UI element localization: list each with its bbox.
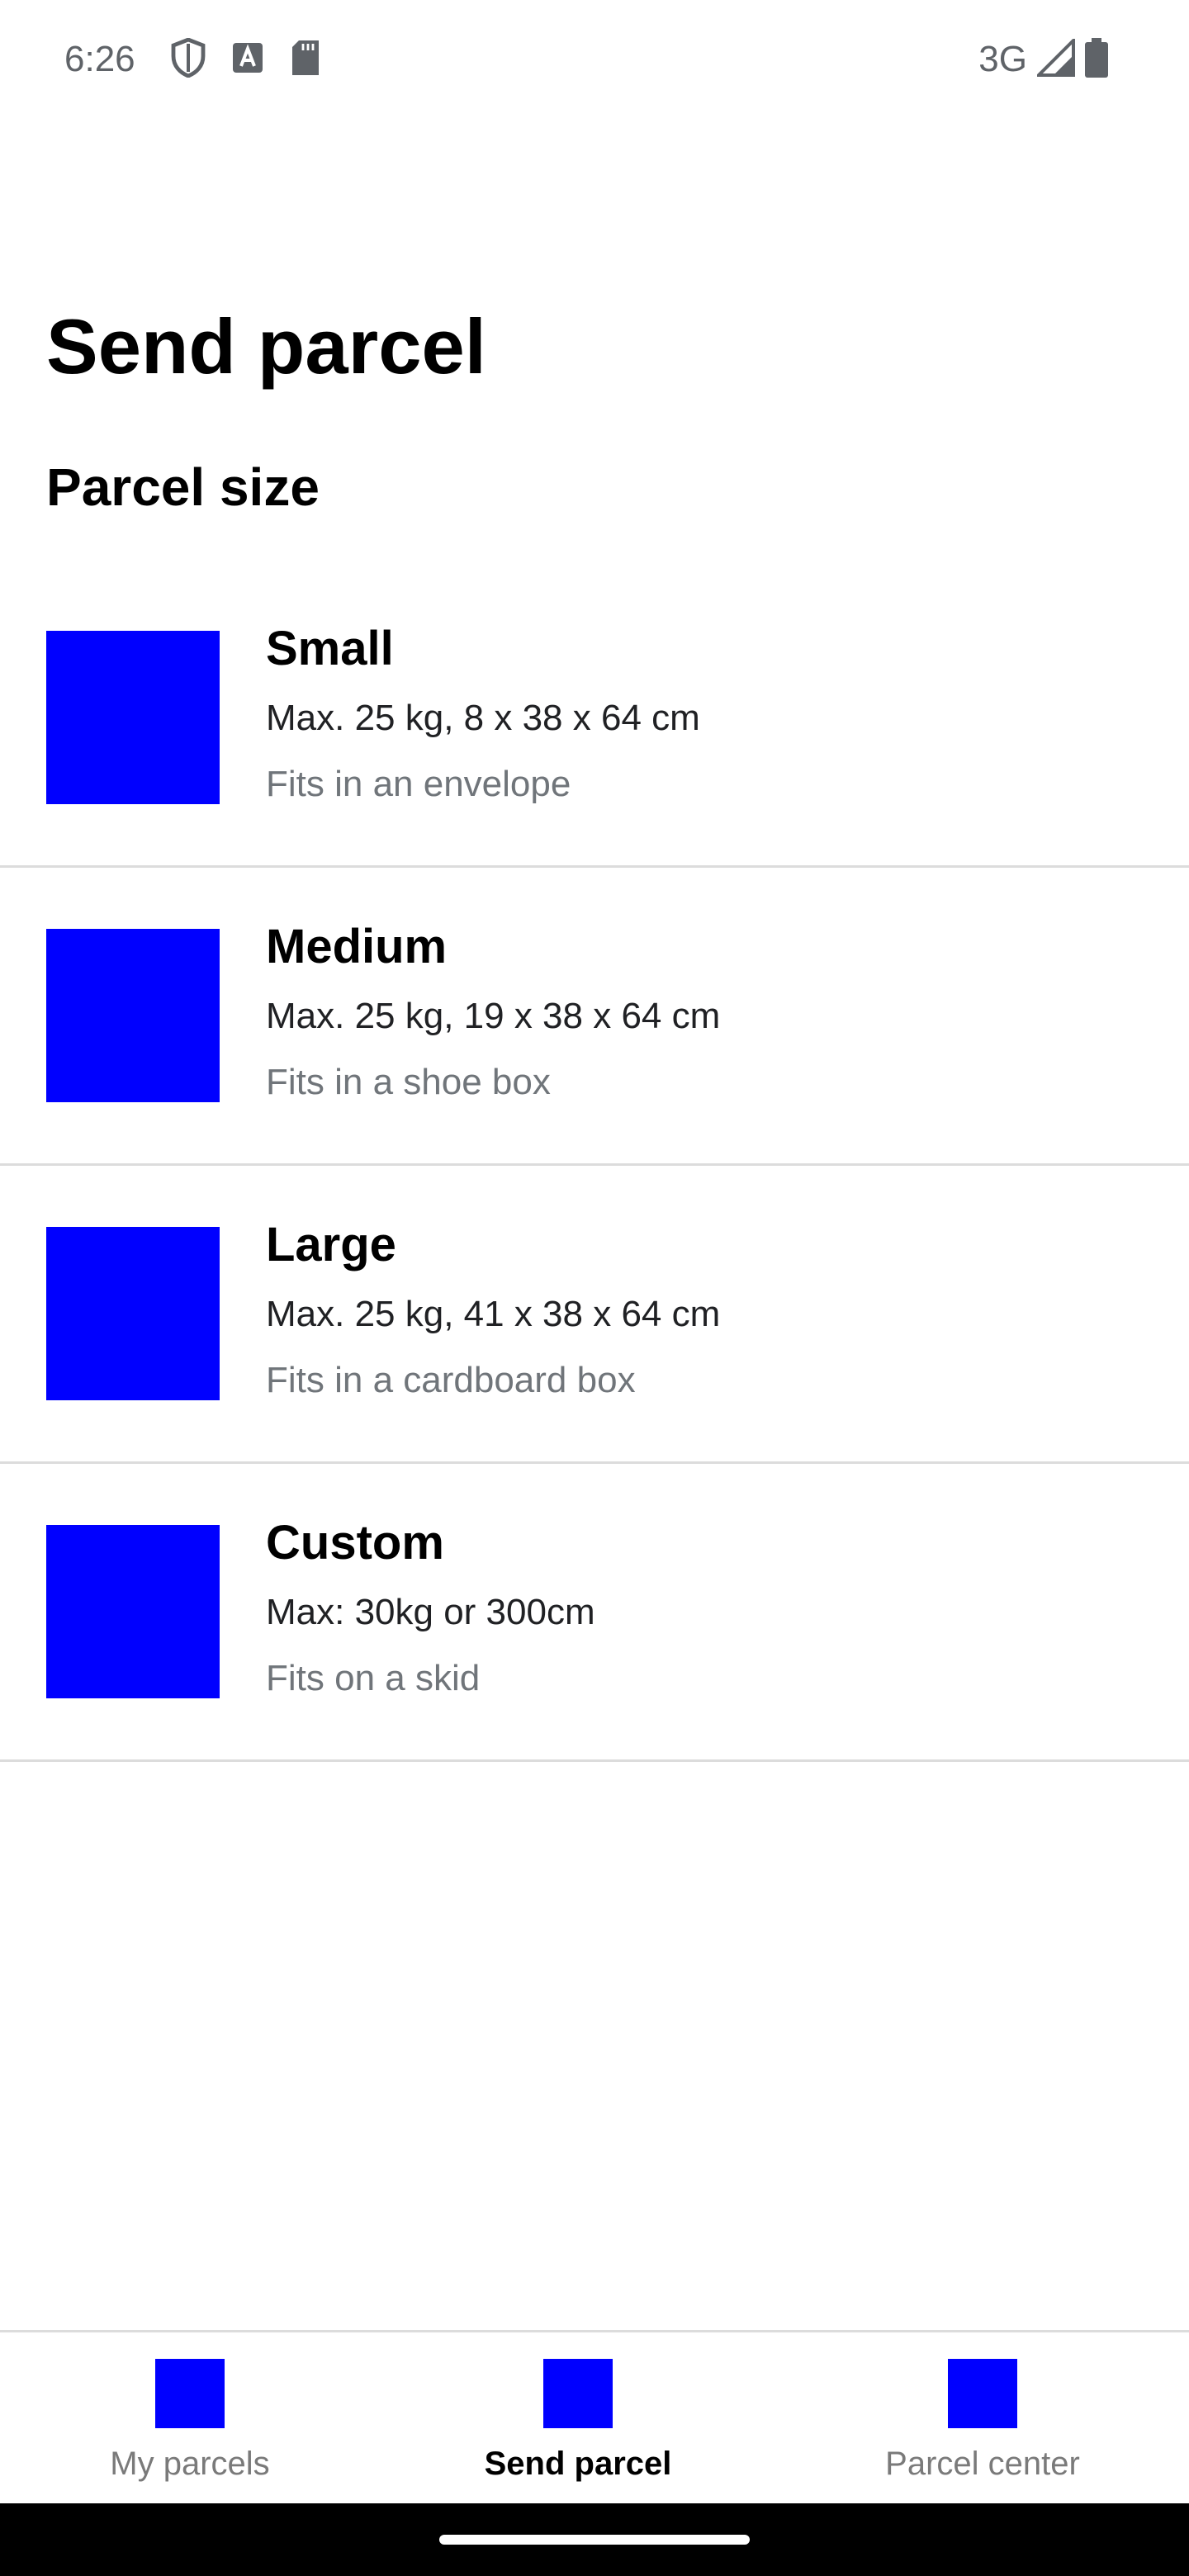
parcel-description: Fits in an envelope xyxy=(266,764,571,804)
network-type: 3G xyxy=(978,39,1027,79)
status-bar: 6:26 3G xyxy=(0,0,1189,119)
parcel-description: Fits in a shoe box xyxy=(266,1062,551,1102)
parcel-option-large[interactable]: Large Max. 25 kg, 41 x 38 x 64 cm Fits i… xyxy=(0,1166,1189,1464)
send-parcel-icon xyxy=(543,2359,613,2428)
nav-item-send-parcel[interactable]: Send parcel xyxy=(380,2332,776,2506)
signal-icon xyxy=(1035,36,1075,81)
parcel-center-icon xyxy=(948,2359,1017,2428)
nav-item-parcel-center[interactable]: Parcel center xyxy=(776,2332,1189,2506)
parcel-name: Large xyxy=(266,1218,396,1271)
parcel-thumbnail xyxy=(46,1227,220,1400)
parcel-description: Fits in a cardboard box xyxy=(266,1360,636,1400)
nav-label: My parcels xyxy=(110,2446,270,2482)
my-parcels-icon xyxy=(155,2359,225,2428)
sd-card-icon xyxy=(289,39,322,81)
parcel-dimensions: Max. 25 kg, 41 x 38 x 64 cm xyxy=(266,1294,721,1334)
nav-label: Send parcel xyxy=(484,2446,672,2482)
parcel-option-small[interactable]: Small Max. 25 kg, 8 x 38 x 64 cm Fits in… xyxy=(0,570,1189,868)
nav-item-my-parcels[interactable]: My parcels xyxy=(0,2332,380,2506)
parcel-dimensions: Max. 25 kg, 19 x 38 x 64 cm xyxy=(266,996,721,1036)
parcel-name: Custom xyxy=(266,1516,444,1570)
battery-icon xyxy=(1085,37,1108,82)
parcel-dimensions: Max. 25 kg, 8 x 38 x 64 cm xyxy=(266,698,700,738)
status-notification-icons xyxy=(170,36,322,83)
parcel-option-custom[interactable]: Custom Max: 30kg or 300cm Fits on a skid xyxy=(0,1464,1189,1762)
nav-label: Parcel center xyxy=(885,2446,1080,2482)
parcel-description: Fits on a skid xyxy=(266,1658,481,1698)
page-title: Send parcel xyxy=(46,303,486,390)
parcel-name: Small xyxy=(266,622,394,675)
status-system-icons: 3G xyxy=(978,36,1108,83)
font-a-icon xyxy=(231,41,264,78)
parcel-thumbnail xyxy=(46,929,220,1102)
status-time: 6:26 xyxy=(64,39,135,79)
home-gesture-handle[interactable] xyxy=(439,2535,750,2545)
parcel-dimensions: Max: 30kg or 300cm xyxy=(266,1592,595,1632)
parcel-thumbnail xyxy=(46,631,220,804)
bottom-navigation: My parcels Send parcel Parcel center xyxy=(0,2330,1189,2503)
parcel-thumbnail xyxy=(46,1525,220,1698)
parcel-size-list: Small Max. 25 kg, 8 x 38 x 64 cm Fits in… xyxy=(0,570,1189,1762)
parcel-name: Medium xyxy=(266,920,448,973)
shield-icon xyxy=(170,36,206,82)
parcel-option-medium[interactable]: Medium Max. 25 kg, 19 x 38 x 64 cm Fits … xyxy=(0,868,1189,1166)
section-title-parcel-size: Parcel size xyxy=(46,457,320,517)
gesture-navigation-bar xyxy=(0,2503,1189,2576)
